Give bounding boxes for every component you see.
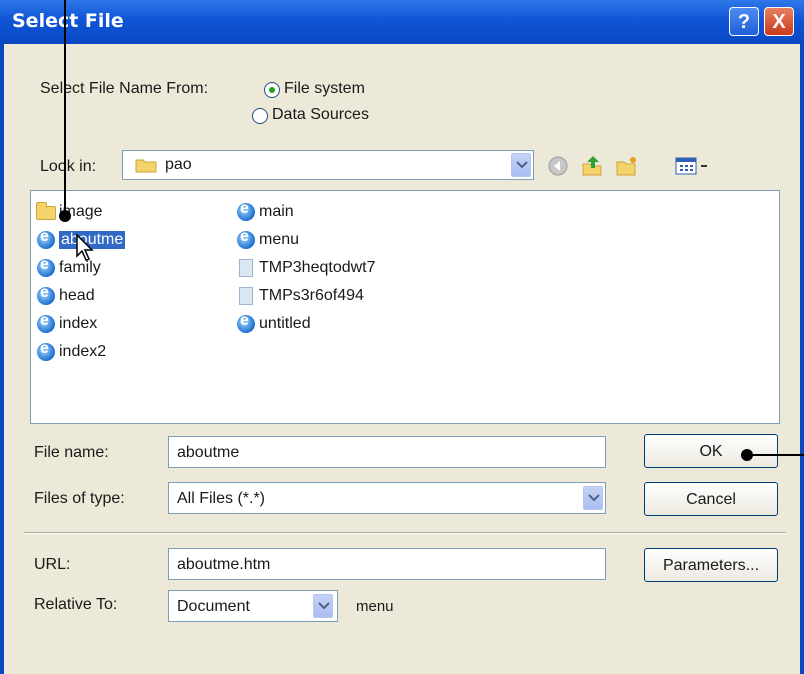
ie-document-icon	[35, 312, 57, 334]
chevron-down-icon[interactable]	[583, 486, 603, 510]
list-item[interactable]: index	[35, 312, 98, 335]
chevron-down-icon[interactable]	[313, 594, 333, 618]
folder-icon	[135, 157, 157, 173]
document-icon	[235, 286, 257, 306]
data-sources-radio[interactable]	[252, 108, 268, 124]
file-name-input[interactable]: aboutme	[168, 436, 606, 468]
file-system-option-label[interactable]: File system	[284, 80, 365, 98]
file-name: head	[59, 287, 95, 304]
file-name: TMP3heqtodwt7	[259, 259, 376, 276]
file-name: TMPs3r6of494	[259, 287, 364, 304]
file-list[interactable]: image aboutme family head index index2 m…	[30, 190, 780, 424]
url-input[interactable]: aboutme.htm	[168, 548, 606, 580]
list-item[interactable]: menu	[235, 228, 300, 251]
callout-dot	[59, 210, 71, 222]
file-name: index2	[59, 343, 107, 360]
ie-document-icon	[35, 340, 57, 362]
new-folder-icon[interactable]	[614, 154, 638, 178]
file-system-radio[interactable]	[264, 82, 280, 98]
file-name: main	[259, 203, 294, 220]
list-item[interactable]: index2	[35, 340, 107, 363]
ie-document-icon	[235, 200, 257, 222]
callout-line	[752, 454, 804, 456]
views-menu-icon[interactable]	[674, 154, 714, 178]
parameters-button-label: Parameters...	[662, 557, 760, 574]
back-icon[interactable]	[546, 154, 570, 178]
look-in-value: pao	[165, 156, 192, 173]
title-bar: Select File ? X	[0, 0, 804, 44]
file-name-label: File name:	[34, 444, 109, 461]
file-name: menu	[259, 231, 300, 248]
ie-document-icon	[35, 284, 57, 306]
ie-document-icon	[235, 228, 257, 250]
list-item[interactable]: main	[235, 200, 294, 223]
callout-line	[64, 0, 66, 216]
relative-to-label: Relative To:	[34, 596, 118, 613]
close-button[interactable]: X	[764, 7, 794, 36]
chevron-down-icon[interactable]	[511, 153, 531, 177]
cursor-icon	[76, 233, 96, 262]
cancel-button[interactable]: Cancel	[644, 482, 778, 516]
help-button[interactable]: ?	[729, 7, 759, 36]
list-item[interactable]: TMP3heqtodwt7	[235, 257, 376, 279]
ie-document-icon	[35, 256, 57, 278]
ie-document-icon	[35, 228, 57, 250]
ok-button[interactable]: OK	[644, 434, 778, 468]
cancel-button-label: Cancel	[686, 491, 736, 508]
url-label: URL:	[34, 556, 71, 573]
radio-selected-dot	[269, 87, 275, 93]
data-sources-option-label[interactable]: Data Sources	[272, 106, 369, 124]
relative-to-dropdown[interactable]: Document	[168, 590, 338, 622]
ok-button-label: OK	[699, 443, 723, 460]
separator	[24, 532, 786, 534]
files-of-type-value: All Files (*.*)	[177, 490, 266, 507]
relative-to-context: menu	[356, 598, 394, 615]
dialog-title: Select File	[12, 10, 124, 32]
file-name-value: aboutme	[177, 444, 240, 461]
file-name: index	[59, 315, 98, 332]
files-of-type-label: Files of type:	[34, 490, 125, 507]
relative-to-value: Document	[177, 598, 250, 615]
ie-document-icon	[235, 312, 257, 334]
up-folder-icon[interactable]	[580, 154, 604, 178]
list-item[interactable]: TMPs3r6of494	[235, 285, 364, 307]
document-icon	[235, 258, 257, 278]
parameters-button[interactable]: Parameters...	[644, 548, 778, 582]
url-value: aboutme.htm	[177, 556, 271, 573]
folder-icon	[35, 202, 57, 222]
list-item[interactable]: head	[35, 284, 95, 307]
list-item[interactable]: untitled	[235, 312, 311, 335]
file-name: untitled	[259, 315, 311, 332]
files-of-type-dropdown[interactable]: All Files (*.*)	[168, 482, 606, 514]
look-in-label: Look in:	[40, 158, 97, 175]
look-in-dropdown[interactable]: pao	[122, 150, 534, 180]
